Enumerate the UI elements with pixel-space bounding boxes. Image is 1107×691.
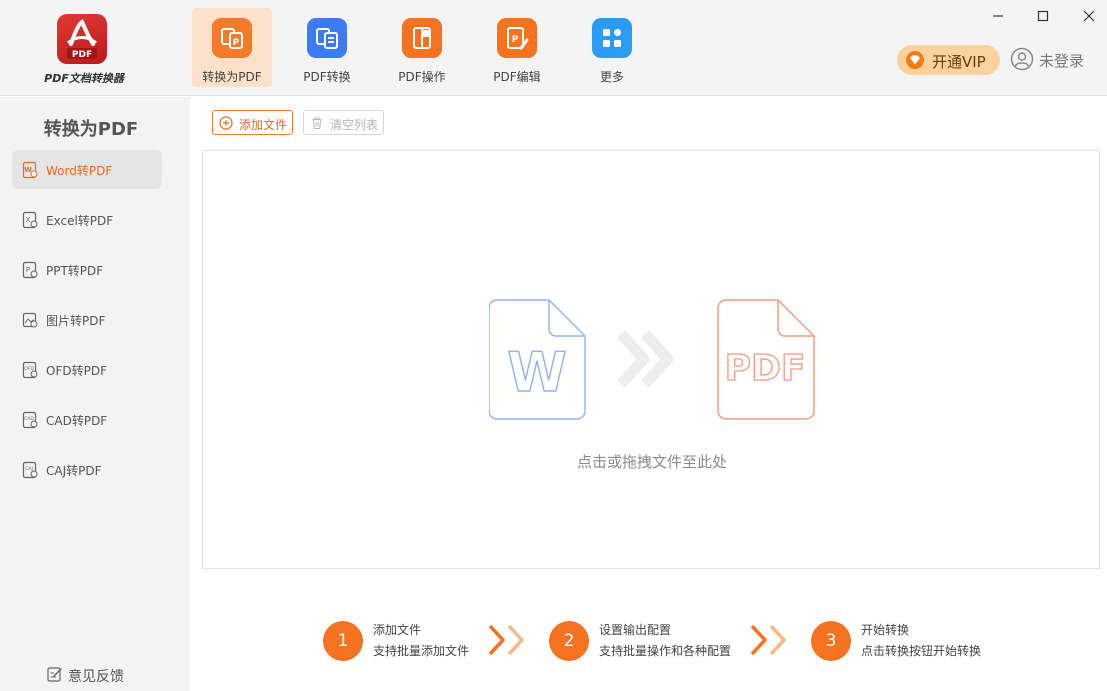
feedback-label: 意见反馈 [68, 669, 124, 685]
sidebar-item-cad[interactable]: CAD CAD转PDF [12, 400, 162, 439]
vip-label: 开通VIP [932, 53, 986, 71]
sidebar-item-label: OFD转PDF [46, 364, 107, 378]
step-desc: 点击转换按钮开始转换 [861, 644, 982, 658]
svg-text:P: P [233, 38, 240, 48]
add-file-label: 添加文件 [239, 118, 288, 132]
tool-more[interactable]: 更多 [572, 8, 652, 87]
sidebar-item-ofd[interactable]: OFD OFD转PDF [12, 350, 162, 389]
tool-to-pdf[interactable]: P 转换为PDF [192, 8, 272, 87]
minimize-icon[interactable] [986, 6, 1010, 26]
feedback-edit-icon [47, 667, 62, 682]
to-pdf-icon: P [212, 18, 252, 58]
source-letter: W [507, 341, 567, 404]
more-grid-icon [592, 18, 632, 58]
tool-pdf-convert[interactable]: PDF转换 [287, 8, 367, 87]
user-avatar-icon [1010, 47, 1034, 71]
target-text: PDF [725, 348, 806, 389]
pdf-operate-icon [402, 18, 442, 58]
clear-list-button[interactable]: 清空列表 [303, 110, 384, 135]
step-title: 设置输出配置 [599, 623, 672, 637]
sidebar-item-ppt[interactable]: P PPT转PDF [12, 250, 162, 289]
sidebar-item-label: CAD转PDF [46, 414, 108, 428]
double-chevron-icon [616, 330, 674, 388]
logo-badge-text: PDF [72, 50, 92, 60]
sidebar-item-image[interactable]: 图片转PDF [12, 300, 162, 339]
caj-file-icon: CAJ [21, 461, 39, 479]
sidebar-item-excel[interactable]: X Excel转PDF [12, 200, 162, 239]
cad-file-icon: CAD [21, 411, 39, 429]
tool-label: PDF编辑 [493, 70, 541, 84]
step-number: 2 [549, 621, 589, 661]
svg-text:P: P [26, 266, 30, 274]
maximize-icon[interactable] [1031, 6, 1055, 26]
tool-label: PDF转换 [303, 70, 351, 84]
step-number: 3 [811, 621, 851, 661]
step-desc: 支持批量操作和各种配置 [599, 644, 732, 658]
step-title: 添加文件 [373, 623, 422, 637]
sidebar-item-label: PPT转PDF [46, 264, 104, 278]
word-to-pdf-illustration: W PDF [489, 299, 815, 420]
sidebar-item-label: 图片转PDF [46, 314, 106, 328]
tool-pdf-operate[interactable]: PDF操作 [382, 8, 462, 87]
diamond-icon [906, 51, 924, 69]
ppt-file-icon: P [21, 261, 39, 279]
svg-text:P: P [512, 35, 519, 45]
word-document-icon: W [489, 299, 586, 420]
file-drop-zone[interactable]: W PDF 点击或拖拽文件至此处 [202, 150, 1100, 569]
app-name: PDF文档转换器 [44, 72, 124, 85]
plus-circle-icon [219, 116, 233, 130]
top-toolbar: PDF PDF文档转换器 P 转换为PDF PDF转换 PDF操作 P PDF编… [0, 0, 1107, 96]
svg-text:CAJ: CAJ [25, 466, 33, 472]
sidebar: 转换为PDF W Word转PDF X Excel转PDF P PPT转PDF … [0, 97, 190, 691]
app-logo: PDF PDF文档转换器 [40, 14, 148, 86]
step-arrow-icon [750, 624, 786, 656]
pdf-document-icon: PDF [717, 299, 815, 420]
clear-list-label: 清空列表 [330, 118, 379, 132]
sidebar-title: 转换为PDF [43, 119, 139, 140]
pdf-logo-icon: PDF [57, 14, 107, 64]
vip-button[interactable]: 开通VIP [897, 45, 1000, 75]
sidebar-item-caj[interactable]: CAJ CAJ转PDF [12, 450, 162, 489]
add-file-button[interactable]: 添加文件 [212, 110, 293, 135]
pdf-edit-icon: P [497, 18, 537, 58]
ofd-file-icon: OFD [21, 361, 39, 379]
step-title: 开始转换 [861, 623, 910, 637]
sidebar-item-label: Word转PDF [46, 164, 113, 178]
tool-label: PDF操作 [398, 70, 446, 84]
drop-hint-text: 点击或拖拽文件至此处 [576, 453, 727, 471]
sidebar-item-label: Excel转PDF [46, 214, 114, 228]
word-file-icon: W [21, 161, 39, 179]
excel-file-icon: X [21, 211, 39, 229]
tool-label: 转换为PDF [202, 70, 262, 84]
svg-text:X: X [26, 216, 31, 224]
close-icon[interactable] [1077, 6, 1101, 26]
step-desc: 支持批量添加文件 [373, 644, 470, 658]
tool-label: 更多 [599, 70, 624, 84]
step-number: 1 [323, 621, 363, 661]
sidebar-item-label: CAJ转PDF [46, 464, 102, 478]
trash-icon [312, 117, 322, 130]
sidebar-item-word[interactable]: W Word转PDF [12, 150, 162, 189]
pdf-convert-icon [307, 18, 347, 58]
image-file-icon [21, 311, 39, 329]
step-arrow-icon [488, 624, 524, 656]
tool-pdf-edit[interactable]: P PDF编辑 [477, 8, 557, 87]
user-status-label: 未登录 [1039, 52, 1085, 70]
